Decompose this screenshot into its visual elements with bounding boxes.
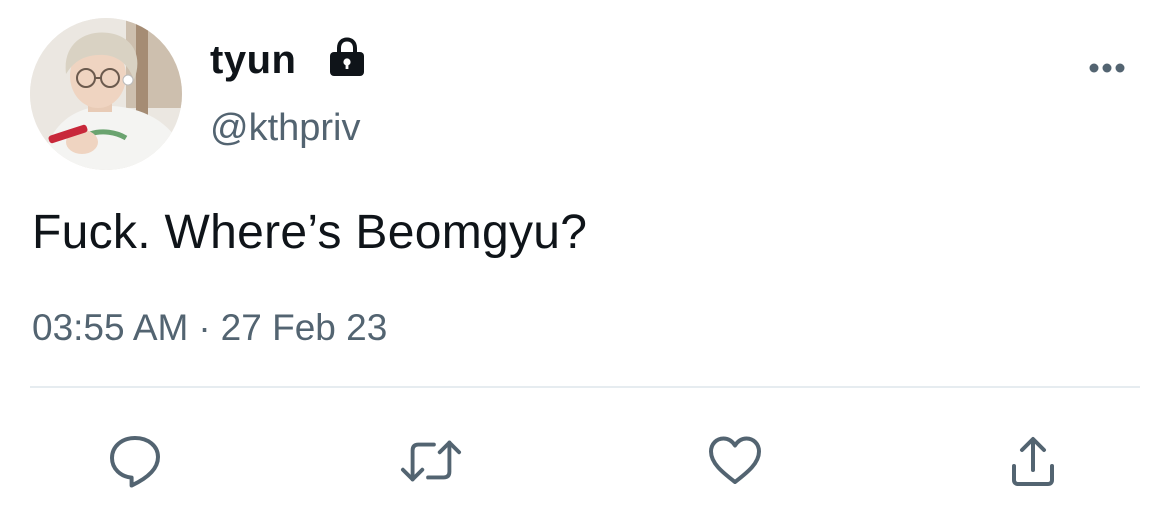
tweet-timestamp[interactable]: 03:55 AM · 27 Feb 23 — [32, 306, 387, 350]
meta-separator: · — [198, 307, 211, 348]
share-icon — [1012, 437, 1054, 486]
tweet-time: 03:55 AM — [32, 307, 189, 348]
display-name[interactable]: tyun — [210, 36, 296, 84]
like-button[interactable] — [704, 430, 766, 492]
tweet-text: Fuck. Where’s Beomgyu? — [32, 206, 588, 259]
tweet-date: 27 Feb 23 — [220, 307, 388, 348]
divider — [30, 386, 1140, 388]
reply-icon — [110, 436, 160, 488]
reply-button[interactable] — [104, 430, 166, 492]
lock-icon — [330, 37, 364, 76]
heart-icon — [709, 436, 761, 484]
share-button[interactable] — [1002, 430, 1064, 492]
user-handle[interactable]: @kthpriv — [210, 106, 361, 150]
avatar-image — [30, 18, 182, 170]
avatar[interactable] — [30, 18, 182, 170]
tweet-card: tyun @kthpriv Fuck. Where’s Beomgyu? 03:… — [0, 0, 1170, 526]
retweet-icon — [400, 440, 462, 482]
retweet-button[interactable] — [400, 430, 462, 492]
more-horizontal-icon[interactable] — [1086, 56, 1128, 80]
